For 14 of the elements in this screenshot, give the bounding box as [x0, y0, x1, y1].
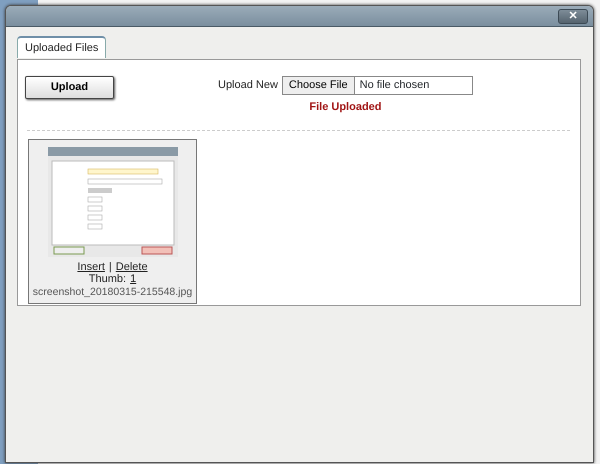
- upload-new-label: Upload New: [218, 78, 278, 94]
- separator-text: |: [108, 260, 112, 272]
- close-button[interactable]: ✕: [558, 8, 588, 24]
- file-status-text: No file chosen: [358, 78, 430, 93]
- upload-button[interactable]: Upload: [25, 76, 114, 99]
- file-input[interactable]: Choose File No file chosen: [282, 76, 473, 95]
- tab[interactable]: Uploaded Files: [17, 36, 106, 58]
- thumb-label: Thumb:: [88, 272, 126, 284]
- choose-file-button[interactable]: Choose File: [282, 77, 355, 94]
- file-name: screenshot_20180315-215548.jpg: [32, 284, 192, 300]
- delete-link[interactable]: Delete: [116, 260, 148, 272]
- thumb-link[interactable]: 1: [130, 272, 136, 284]
- upload-message: File Uploaded: [309, 100, 382, 115]
- insert-link[interactable]: Insert: [77, 260, 105, 272]
